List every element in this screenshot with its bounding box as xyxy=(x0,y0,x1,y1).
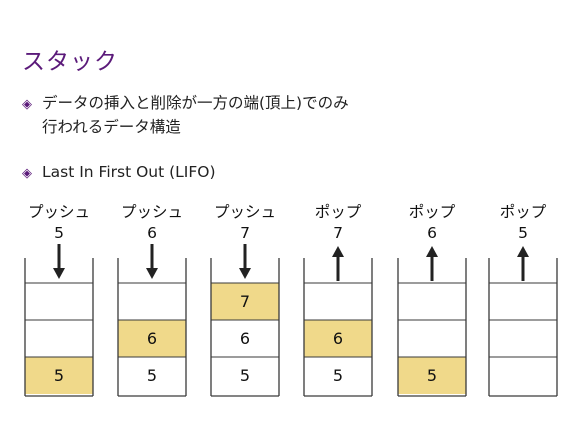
push-arrow-down-icon xyxy=(53,268,65,279)
stack-cell-value: 5 xyxy=(147,366,157,385)
stack-cell-value: 6 xyxy=(147,329,157,348)
stack-op-label: プッシュ xyxy=(28,203,90,221)
stack-cell-value: 5 xyxy=(240,366,250,385)
stack-cell-value: 6 xyxy=(240,329,250,348)
stack-op-label: プッシュ xyxy=(121,203,183,221)
pop-arrow-up-icon xyxy=(517,246,529,257)
stack-op-value: 6 xyxy=(147,224,157,242)
stack-cell-value: 5 xyxy=(333,366,343,385)
stack-diagram: プッシュ 5 5 プッシュ 6 6 5 プッシュ 7 7 6 5 ポップ 7 6 5 ポップ 6 5 ポップ 5 xyxy=(24,203,558,397)
stack-op-label: プッシュ xyxy=(214,203,276,221)
stack-op-value: 7 xyxy=(333,224,343,242)
pop-arrow-up-icon xyxy=(332,246,344,257)
push-arrow-down-icon xyxy=(239,268,251,279)
stack-op-value: 7 xyxy=(240,224,250,242)
stack-cell-value: 6 xyxy=(333,329,343,348)
stack-op-value: 6 xyxy=(427,224,437,242)
stack-op-label: ポップ xyxy=(409,203,456,221)
stack-cell-value: 7 xyxy=(240,292,250,311)
stack-op-value: 5 xyxy=(54,224,64,242)
stack-op-label: ポップ xyxy=(500,203,547,221)
pop-arrow-up-icon xyxy=(426,246,438,257)
stack-cell-value: 5 xyxy=(54,366,64,385)
stack-op-value: 5 xyxy=(518,224,528,242)
stack-cell-value: 5 xyxy=(427,366,437,385)
stack-op-label: ポップ xyxy=(315,203,362,221)
push-arrow-down-icon xyxy=(146,268,158,279)
